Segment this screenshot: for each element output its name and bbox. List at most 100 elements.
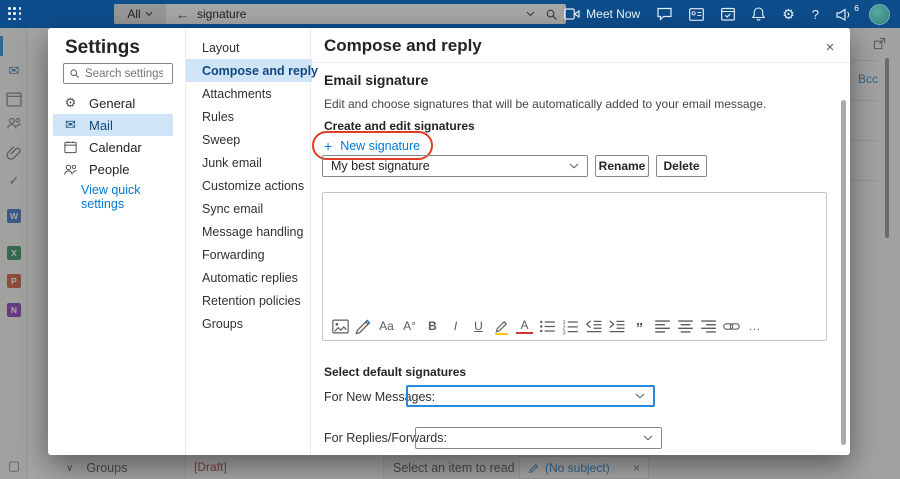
settings-dialog: Settings ⚙ General ✉ Mail Calendar: [48, 28, 850, 455]
italic-icon[interactable]: I: [447, 318, 464, 335]
editor-toolbar: Aa A° B I U A 123 ” …: [323, 312, 826, 340]
nav-item-label: Groups: [202, 316, 243, 331]
picture-icon[interactable]: [332, 318, 349, 335]
nav-item-label: Message handling: [202, 224, 304, 239]
link-icon[interactable]: [723, 318, 740, 335]
nav-item-message-handling[interactable]: Message handling: [186, 220, 312, 243]
bold-icon[interactable]: B: [424, 318, 441, 335]
settings-item-calendar[interactable]: Calendar: [48, 136, 185, 158]
nav-item-sweep[interactable]: Sweep: [186, 128, 312, 151]
bell-icon[interactable]: [752, 7, 766, 21]
outdent-icon[interactable]: [585, 318, 602, 335]
default-signatures-heading: Select default signatures: [324, 365, 467, 379]
camera-icon: [564, 8, 580, 20]
nav-item-rules[interactable]: Rules: [186, 105, 312, 128]
megaphone-glyph: [836, 7, 850, 21]
format-painter-icon[interactable]: [355, 318, 372, 335]
settings-nav: Layout Compose and reply Attachments Rul…: [185, 28, 318, 455]
back-icon[interactable]: ←: [176, 7, 189, 22]
close-button[interactable]: ×: [819, 36, 841, 58]
settings-search-input[interactable]: [85, 67, 163, 80]
search-scope-dropdown[interactable]: All: [114, 4, 166, 24]
scrollbar[interactable]: [841, 100, 846, 445]
view-quick-settings-link[interactable]: View quick settings: [81, 183, 185, 211]
search-input[interactable]: signature: [197, 7, 526, 21]
font-icon[interactable]: Aa: [378, 318, 395, 335]
align-left-icon[interactable]: [654, 318, 671, 335]
chevron-down-icon: [643, 435, 653, 441]
nav-item-automatic-replies[interactable]: Automatic replies: [186, 266, 312, 289]
contact-card-icon[interactable]: [689, 7, 705, 21]
nav-item-junk-email[interactable]: Junk email: [186, 151, 312, 174]
highlight-icon[interactable]: [493, 318, 510, 335]
for-new-messages-select[interactable]: [406, 385, 655, 407]
avatar[interactable]: [869, 3, 890, 25]
signature-select[interactable]: My best signature: [322, 155, 588, 177]
divider: [311, 62, 850, 63]
settings-item-people[interactable]: People: [48, 158, 185, 180]
email-signature-heading: Email signature: [324, 72, 429, 88]
meet-now-button[interactable]: Meet Now: [564, 7, 640, 21]
people-icon: [64, 164, 77, 175]
delete-button[interactable]: Delete: [656, 155, 707, 177]
chat-icon[interactable]: [657, 7, 672, 21]
bullet-list-icon[interactable]: [539, 318, 556, 335]
signature-description: Edit and choose signatures that will be …: [324, 97, 767, 111]
chevron-down-icon: [569, 163, 579, 169]
gear-icon: ⚙: [64, 95, 77, 110]
signature-select-value: My best signature: [331, 159, 430, 173]
settings-search-box[interactable]: [63, 63, 173, 84]
nav-item-forwarding[interactable]: Forwarding: [186, 243, 312, 266]
font-size-icon[interactable]: A°: [401, 318, 418, 335]
megaphone-icon[interactable]: 6: [836, 3, 859, 21]
numbered-list-icon[interactable]: 123: [562, 318, 579, 335]
outlook-window: All ← signature Meet Now ⚙ ? 6 Settings …: [0, 0, 900, 479]
align-right-icon[interactable]: [700, 318, 717, 335]
nav-item-attachments[interactable]: Attachments: [186, 82, 312, 105]
nav-item-label: Attachments: [202, 86, 272, 101]
panel-title: Compose and reply: [324, 36, 482, 55]
meet-now-label: Meet Now: [586, 7, 641, 21]
calendar-check-icon[interactable]: [721, 7, 736, 21]
quote-icon[interactable]: ”: [631, 318, 648, 337]
notification-badge: 6: [854, 2, 859, 13]
dialog-title: Settings: [65, 37, 140, 58]
signature-editor[interactable]: Aa A° B I U A 123 ” …: [322, 192, 827, 341]
search-icon[interactable]: [545, 8, 558, 21]
search-icon: [70, 69, 80, 79]
nav-item-label: Sync email: [202, 201, 264, 216]
font-color-icon[interactable]: A: [516, 318, 533, 334]
chevron-down-icon: [145, 11, 153, 17]
search-bar[interactable]: All ← signature: [114, 4, 566, 24]
indent-icon[interactable]: [608, 318, 625, 335]
nav-item-groups[interactable]: Groups: [186, 312, 312, 335]
nav-item-customize-actions[interactable]: Customize actions: [186, 174, 312, 197]
for-replies-forwards-select[interactable]: [415, 427, 662, 449]
underline-icon[interactable]: U: [470, 318, 487, 335]
settings-item-mail[interactable]: ✉ Mail: [53, 114, 173, 136]
help-icon[interactable]: ?: [812, 7, 819, 22]
nav-item-retention-policies[interactable]: Retention policies: [186, 289, 312, 312]
nav-item-sync-email[interactable]: Sync email: [186, 197, 312, 220]
calendar-icon: [64, 141, 77, 154]
more-icon[interactable]: …: [746, 318, 763, 335]
nav-item-label: Customize actions: [202, 178, 305, 193]
settings-item-general[interactable]: ⚙ General: [48, 92, 185, 114]
search-scope-label: All: [127, 7, 141, 21]
nav-item-label: Junk email: [202, 155, 262, 170]
settings-item-label: People: [89, 161, 130, 177]
nav-item-label: Compose and reply: [202, 63, 318, 78]
settings-sidebar: Settings ⚙ General ✉ Mail Calendar: [48, 28, 185, 455]
rename-button[interactable]: Rename: [595, 155, 649, 177]
nav-item-compose-and-reply[interactable]: Compose and reply: [186, 59, 318, 82]
gear-icon[interactable]: ⚙: [782, 6, 795, 23]
settings-item-label: Calendar: [89, 139, 142, 155]
compose-and-reply-panel: Compose and reply × Email signature Edit…: [311, 28, 850, 455]
chevron-down-icon[interactable]: [526, 11, 535, 17]
svg-text:3: 3: [562, 330, 565, 335]
nav-item-layout[interactable]: Layout: [186, 36, 312, 59]
settings-item-label: Mail: [89, 117, 113, 133]
app-launcher-icon[interactable]: [8, 7, 22, 21]
mail-icon: ✉: [65, 117, 76, 132]
align-center-icon[interactable]: [677, 318, 694, 335]
